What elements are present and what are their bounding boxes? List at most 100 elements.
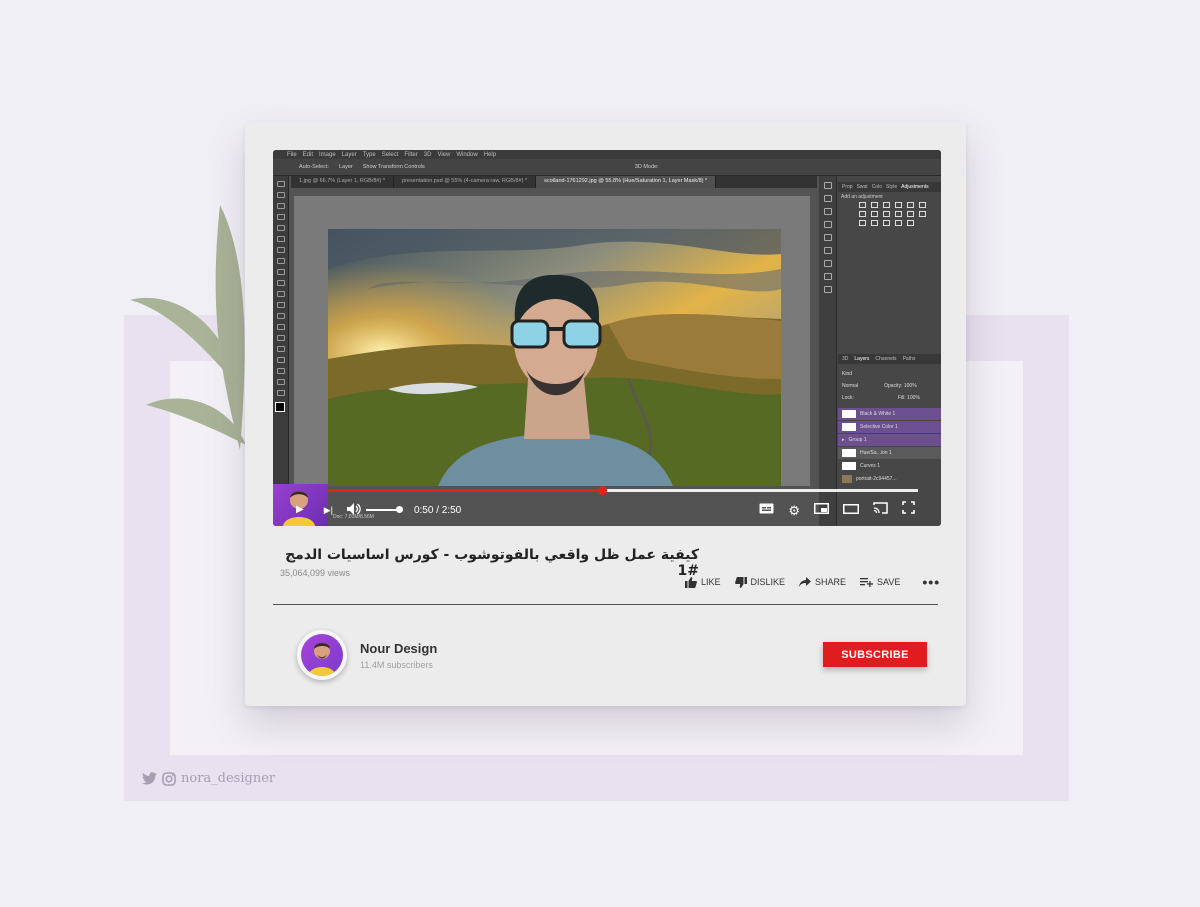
- ps-menu-3d: 3D: [423, 151, 432, 158]
- adjust-panel-tabs: Prop Swat Colo Style Adjustments: [838, 182, 941, 192]
- layer-row: Selective Color 1: [838, 421, 941, 433]
- paragraph-panel-icon: [824, 247, 832, 254]
- play-icon[interactable]: ▶: [296, 505, 304, 515]
- marquee-tool-icon: [277, 192, 285, 198]
- cast-icon[interactable]: [873, 501, 888, 519]
- ps-menu-filter: Filter: [404, 151, 418, 158]
- ps-menu-window: Window: [456, 151, 478, 158]
- layer-name: Selective Color 1: [860, 424, 898, 430]
- more-options-icon[interactable]: •••: [922, 574, 940, 590]
- fullscreen-icon[interactable]: [902, 501, 915, 519]
- save-button[interactable]: SAVE: [860, 577, 900, 587]
- panel-tab-colo: Colo: [871, 184, 882, 190]
- settings-gear-icon[interactable]: ⚙: [788, 504, 800, 517]
- quick-select-tool-icon: [277, 214, 285, 220]
- playback-time: 0:50 / 2:50: [413, 504, 462, 516]
- ps-menu-edit: Edit: [302, 151, 314, 158]
- video-player[interactable]: File Edit Image Layer Type Select Filter…: [273, 150, 941, 526]
- photoshop-doc-tabs: 1.jpg @ 66.7% (Layer 1, RGB/8#) * presen…: [291, 176, 817, 188]
- layer-image-thumb: [842, 475, 852, 483]
- properties-panel-icon: [824, 221, 832, 228]
- layer-row: Curves 1: [838, 460, 941, 472]
- layer-lock: Lock:: [842, 395, 854, 401]
- share-arrow-icon: [799, 577, 812, 587]
- theater-mode-icon[interactable]: [843, 501, 859, 519]
- dislike-button[interactable]: DISLIKE: [734, 576, 785, 588]
- glyphs-panel-icon: [824, 273, 832, 280]
- ps-menu-view: View: [437, 151, 451, 158]
- layer-row: ▸ Group 1: [838, 434, 941, 446]
- volume-icon[interactable]: [346, 503, 361, 517]
- type-tool-icon: [277, 346, 285, 352]
- thumbs-up-icon: [685, 576, 697, 588]
- layer-fill: Fill: 100%: [897, 395, 920, 401]
- hue-sat-icon: [859, 211, 866, 217]
- folder-icon: ▸: [842, 437, 845, 443]
- layer-comps-panel-icon: [824, 286, 832, 293]
- curves-icon: [883, 202, 890, 208]
- invert-icon: [859, 220, 866, 226]
- save-label: SAVE: [877, 577, 901, 587]
- subscriber-count: 11.4M subscribers: [360, 660, 433, 670]
- layer-row: Black & White 1: [838, 408, 941, 420]
- layer-row-selected: Hue/Sa...ion 1: [838, 447, 941, 459]
- layers-lock-row: Lock: Fill: 100%: [838, 392, 941, 404]
- share-label: SHARE: [815, 577, 847, 587]
- layer-opacity: Opacity: 100%: [884, 383, 917, 389]
- ps-menu-help: Help: [483, 151, 497, 158]
- captions-icon[interactable]: [759, 501, 774, 519]
- ps-menu-image: Image: [319, 151, 336, 158]
- channel-name[interactable]: Nour Design: [360, 641, 437, 656]
- channel-avatar[interactable]: [297, 630, 347, 680]
- ps-layer-select: Layer: [338, 164, 353, 170]
- panel-tab-prop: Prop: [842, 184, 853, 190]
- panel-tab-swat: Swat: [856, 184, 868, 190]
- shape-tool-icon: [277, 368, 285, 374]
- like-button[interactable]: LIKE: [685, 576, 721, 588]
- character-panel-icon: [824, 234, 832, 241]
- layer-name: Hue/Sa...ion 1: [860, 450, 892, 456]
- subscribe-button[interactable]: SUBSCRIBE: [823, 642, 927, 667]
- share-button[interactable]: SHARE: [799, 577, 846, 587]
- gradient-tool-icon: [277, 302, 285, 308]
- eraser-tool-icon: [277, 291, 285, 297]
- like-label: LIKE: [701, 577, 721, 587]
- layer-name: Curves 1: [860, 463, 881, 469]
- layers-tab-layers: Layers: [854, 356, 870, 362]
- video-card: File Edit Image Layer Type Select Filter…: [245, 122, 966, 706]
- crop-tool-icon: [277, 225, 285, 231]
- ps-menu-type: Type: [362, 151, 376, 158]
- channel-owner-avatar-icon: [308, 643, 336, 676]
- landscape-portrait-image: [328, 229, 781, 486]
- panel-tab-adjustments: Adjustments: [901, 184, 929, 190]
- layers-blend-row: Normal Opacity: 100%: [838, 380, 941, 392]
- stamp-tool-icon: [277, 269, 285, 275]
- photoshop-panel-icons: [819, 176, 837, 526]
- photoshop-toolbar: [273, 176, 289, 526]
- ps-transform-controls: Show Transform Controls: [362, 164, 425, 170]
- panel-tab-style: Style: [885, 184, 898, 190]
- history-panel-icon: [824, 182, 832, 189]
- gradient-icon: [907, 220, 914, 226]
- adjust-title: Add an adjustment: [841, 194, 883, 200]
- photoshop-canvas-area: [291, 188, 815, 486]
- progress-bar[interactable]: [328, 486, 918, 495]
- volume-slider[interactable]: [365, 506, 403, 513]
- miniplayer-icon[interactable]: [814, 501, 829, 519]
- levels-icon: [871, 202, 878, 208]
- volume-slider-handle[interactable]: [395, 506, 403, 513]
- layer-name: Group 1: [848, 437, 867, 443]
- layers-panel-tabs: 3D Layers Channels Paths: [838, 354, 941, 364]
- next-icon[interactable]: ▶|: [324, 505, 333, 515]
- layer-mask-thumb: [842, 423, 856, 431]
- gradient-map-icon: [919, 202, 926, 208]
- lasso-tool-icon: [277, 203, 285, 209]
- posterize-icon: [871, 220, 878, 226]
- move-tool-icon: [277, 181, 285, 187]
- photoshop-artboard: [294, 196, 810, 486]
- view-count: 35,064,099 views: [280, 568, 351, 578]
- video-actions: LIKE DISLIKE SHARE SAVE •••: [685, 574, 940, 590]
- pen-tool-icon: [277, 335, 285, 341]
- progress-played: [328, 489, 603, 492]
- section-divider: [273, 604, 938, 605]
